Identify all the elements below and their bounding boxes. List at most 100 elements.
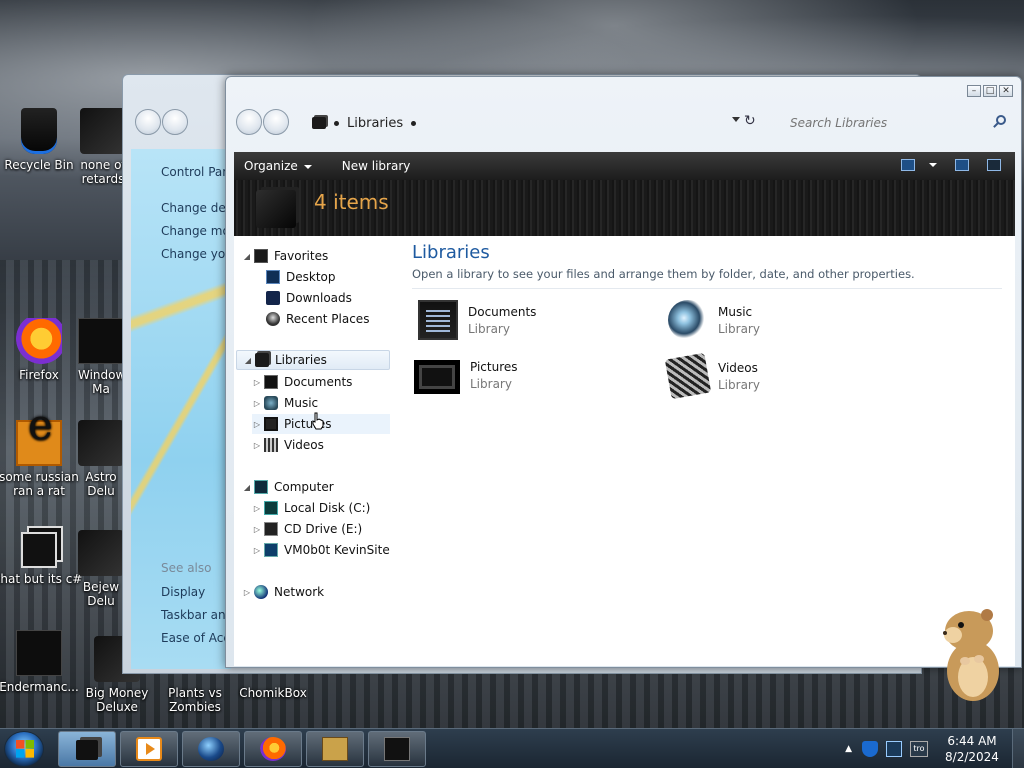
nav-label: Downloads xyxy=(286,291,352,305)
library-item-documents[interactable]: Documents Library xyxy=(418,300,536,340)
desktop-icon-label: Astro Delu xyxy=(85,470,117,498)
expand-toggle-icon[interactable]: ◢ xyxy=(243,356,253,365)
new-library-button[interactable]: New library xyxy=(342,159,411,173)
nav-desktop[interactable]: Desktop xyxy=(264,267,336,287)
forward-button[interactable] xyxy=(263,109,289,135)
nav-computer[interactable]: ◢ Computer xyxy=(242,477,334,497)
start-button[interactable] xyxy=(4,731,44,767)
documents-icon xyxy=(264,375,278,389)
videos-icon xyxy=(264,438,278,452)
desktop-icon-russian-rat[interactable]: some russian ran a rat xyxy=(0,418,84,498)
desktop-icon-recycle-bin[interactable]: Recycle Bin xyxy=(0,108,84,172)
back-button[interactable] xyxy=(236,109,262,135)
desktop-icon-bejeweled[interactable]: Bejew Delu xyxy=(78,530,124,608)
forward-button[interactable] xyxy=(162,109,188,135)
taskbar-button-control-panel[interactable] xyxy=(368,731,426,767)
taskbar-button-libraries[interactable] xyxy=(58,731,116,767)
breadcrumb-separator-icon[interactable] xyxy=(411,120,417,126)
expand-arrow-icon[interactable]: ▷ xyxy=(242,588,252,597)
search-icon[interactable] xyxy=(996,115,1006,125)
nav-videos[interactable]: ▷ Videos xyxy=(252,435,324,455)
game-icon xyxy=(78,420,124,466)
minimize-button[interactable]: – xyxy=(967,85,981,97)
language-indicator[interactable]: tro xyxy=(910,741,928,757)
nav-label: Videos xyxy=(284,438,324,452)
nav-recent-places[interactable]: Recent Places xyxy=(264,309,369,329)
desktop-icon-label: Bejew Delu xyxy=(82,580,120,608)
desktop-icon-csharp[interactable]: that but its c# xyxy=(0,522,84,586)
globe-icon xyxy=(198,737,224,761)
desktop-icon-astro[interactable]: Astro Delu xyxy=(78,420,124,498)
library-item-pictures[interactable]: Pictures Library xyxy=(414,356,518,394)
show-desktop-button[interactable] xyxy=(1012,729,1024,768)
desktop-icon-folder[interactable]: none of retards xyxy=(78,108,128,186)
nav-cd-drive[interactable]: ▷ CD Drive (E:) xyxy=(252,519,362,539)
libraries-window[interactable]: – □ ✕ Libraries ↻ Organize New library xyxy=(225,76,1022,668)
library-item-music[interactable]: Music Library xyxy=(668,300,760,340)
nav-documents[interactable]: ▷ Documents xyxy=(252,372,352,392)
desktop-icon-windows[interactable]: Windows Ma xyxy=(78,318,124,396)
hamster-widget-icon xyxy=(943,609,999,701)
search-box[interactable] xyxy=(780,109,1012,137)
clock[interactable]: 6:44 AM 8/2/2024 xyxy=(936,733,1008,765)
taskbar-button-globe[interactable] xyxy=(182,731,240,767)
nav-favorites[interactable]: ◢ Favorites xyxy=(242,246,392,266)
recycle-bin-icon xyxy=(21,108,57,154)
page-subtitle: Open a library to see your files and arr… xyxy=(412,267,915,281)
preview-pane-icon[interactable] xyxy=(955,159,969,171)
sidebar-link[interactable]: Change you xyxy=(161,247,233,261)
expand-arrow-icon[interactable]: ▷ xyxy=(252,546,262,555)
expand-arrow-icon[interactable]: ▷ xyxy=(252,441,262,450)
search-input[interactable] xyxy=(790,116,980,130)
taskbar-button-firefox[interactable] xyxy=(244,731,302,767)
see-also-link[interactable]: Display xyxy=(161,585,205,599)
maximize-button[interactable]: □ xyxy=(983,85,997,97)
expand-toggle-icon[interactable]: ◢ xyxy=(242,483,252,492)
library-type: Library xyxy=(470,376,512,391)
nav-libraries[interactable]: ◢ Libraries xyxy=(236,350,390,370)
taskbar-button-chomikbox[interactable] xyxy=(306,731,364,767)
network-drive-icon xyxy=(264,543,278,557)
address-bar[interactable]: Libraries xyxy=(312,109,752,137)
expand-arrow-icon[interactable]: ▷ xyxy=(252,504,262,513)
organize-button[interactable]: Organize xyxy=(244,159,312,173)
nav-network[interactable]: ▷ Network xyxy=(242,582,324,602)
breadcrumb-libraries[interactable]: Libraries xyxy=(347,116,403,131)
library-item-videos[interactable]: Videos Library xyxy=(664,352,760,400)
libraries-icon xyxy=(255,353,269,367)
nav-label: Favorites xyxy=(274,249,329,263)
sidebar-link[interactable]: Change mo xyxy=(161,224,230,238)
expand-arrow-icon[interactable]: ▷ xyxy=(252,525,262,534)
refresh-icon[interactable]: ↻ xyxy=(744,113,756,129)
nav-label: VM0b0t KevinSite xyxy=(284,543,390,557)
expand-toggle-icon[interactable]: ◢ xyxy=(242,252,252,261)
nav-music[interactable]: ▷ Music xyxy=(252,393,318,413)
security-shield-icon[interactable] xyxy=(862,741,878,757)
nav-downloads[interactable]: Downloads xyxy=(264,288,352,308)
divider xyxy=(412,288,1002,289)
see-also-link[interactable]: Taskbar and xyxy=(161,608,233,622)
see-also-heading: See also xyxy=(161,561,212,575)
desktop-icon-firefox[interactable]: Firefox xyxy=(0,318,84,382)
change-view-button[interactable] xyxy=(901,159,937,171)
nav-local-disk[interactable]: ▷ Local Disk (C:) xyxy=(252,498,370,518)
libraries-icon xyxy=(76,740,98,760)
control-panel-home-link[interactable]: Control Pan xyxy=(161,165,230,179)
documents-library-icon xyxy=(418,300,458,340)
taskbar-button-media-player[interactable] xyxy=(120,731,178,767)
close-button[interactable]: ✕ xyxy=(999,85,1013,97)
expand-arrow-icon[interactable]: ▷ xyxy=(252,420,262,429)
desktop-icon-label: Windows Ma xyxy=(78,368,124,396)
chomikbox-icon xyxy=(322,737,348,761)
pictures-icon xyxy=(264,417,278,431)
library-name: Documents xyxy=(468,304,537,319)
help-icon[interactable] xyxy=(987,159,1001,171)
nav-network-share[interactable]: ▷ VM0b0t KevinSite xyxy=(252,540,390,560)
expand-arrow-icon[interactable]: ▷ xyxy=(252,399,262,408)
show-hidden-icons-icon[interactable]: ▲ xyxy=(845,744,852,754)
pictures-library-icon xyxy=(414,360,460,394)
address-dropdown-icon[interactable] xyxy=(732,117,740,122)
expand-arrow-icon[interactable]: ▷ xyxy=(252,378,262,387)
back-button[interactable] xyxy=(135,109,161,135)
network-monitor-icon[interactable] xyxy=(886,741,902,757)
